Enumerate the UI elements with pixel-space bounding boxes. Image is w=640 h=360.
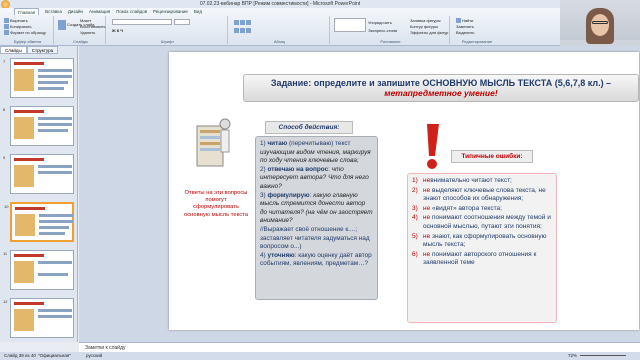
error-item: 1) невнимательно читают текст; <box>412 177 512 184</box>
quick-styles-button[interactable]: Экспресс-стили <box>368 28 397 33</box>
binoculars-icon <box>456 18 461 24</box>
editing-group: Найти Заменить Выделить Редактирование <box>452 16 502 44</box>
ribbon-tabs: Главная Вставка Дизайн Анимация Показ сл… <box>14 8 202 15</box>
restore-button[interactable]: Восстановить <box>80 24 106 29</box>
method-box: 1) читаю (перечитываю) текст изучающим в… <box>255 136 378 300</box>
method-extra: //Выражает своё отношение к....; заставл… <box>260 225 370 251</box>
layout-button[interactable]: Макет <box>80 18 91 23</box>
arrange-button[interactable]: Упорядочить <box>368 20 392 25</box>
drawing-group: Упорядочить Экспресс-стили Заливка фигур… <box>332 16 450 44</box>
align-center-icon <box>240 28 245 34</box>
slide-heading[interactable]: Задание: определите и запишите ОСНОВНУЮ … <box>243 74 639 102</box>
errors-title: Типичные ошибки: <box>451 150 533 163</box>
errors-box: 1) невнимательно читают текст; 2) не выдел… <box>407 173 557 323</box>
tab-home[interactable]: Главная <box>14 8 40 15</box>
error-item: 3) не «видят» автора текста; <box>412 204 502 212</box>
find-button[interactable]: Найти <box>456 18 473 24</box>
slide-thumbnail[interactable]: 7 <box>3 58 74 98</box>
hint-note: Ответы на эти вопросы помогут сформулиро… <box>184 190 248 218</box>
new-slide-icon <box>58 20 66 30</box>
tab-outline[interactable]: Структура <box>26 46 59 54</box>
numbering-icon <box>240 20 245 26</box>
presenter-face <box>591 14 609 36</box>
powerpoint-window: 07.02.23-вебинар ВПР [Режим совместимост… <box>0 0 640 360</box>
tab-insert[interactable]: Вставка <box>45 8 62 15</box>
drawing-label: Рисование <box>380 39 401 44</box>
language-indicator[interactable]: русский <box>86 352 102 360</box>
method-step: 2) отвечаю на вопрос: что интересует авт… <box>260 165 369 190</box>
ribbon: Главная Вставка Дизайн Анимация Показ сл… <box>0 8 560 46</box>
slide-canvas[interactable]: Задание: определите и запишите ОСНОВНУЮ … <box>169 52 639 330</box>
bullets-icon <box>234 20 239 26</box>
method-step: 1) читаю (перечитываю) текст изучающим в… <box>260 140 371 165</box>
tab-animation[interactable]: Анимация <box>89 8 110 15</box>
font-label: Шрифт <box>160 39 175 44</box>
notes-pane[interactable]: Заметки к слайду <box>79 342 640 352</box>
shape-effects-button[interactable]: Эффекты для фигур <box>410 30 448 35</box>
copy-icon <box>4 24 9 30</box>
tab-slideshow[interactable]: Показ слайдов <box>116 8 147 15</box>
zoom-slider[interactable] <box>580 355 626 356</box>
shape-outline-button[interactable]: Контур фигуры <box>410 24 438 29</box>
presenter-glasses <box>592 21 608 24</box>
error-item: 5) не знают, как сформулировать основную … <box>412 232 547 249</box>
align-right-icon <box>246 28 251 34</box>
title-bar: 07.02.23-вебинар ВПР [Режим совместимост… <box>0 0 560 9</box>
cut-button[interactable]: Вырезать <box>4 18 28 24</box>
font-group: Ж К Ч Шрифт <box>108 16 228 44</box>
slides-group: Создать слайд Макет Восстановить Удалить… <box>56 16 106 44</box>
clipboard-group: Вырезать Копировать Формат по образцу Бу… <box>2 16 54 44</box>
slide-title: Задание: определите и запишите ОСНОВНУЮ … <box>270 78 612 88</box>
method-step: 3) формулирую: какую главную мысль стрем… <box>260 191 373 225</box>
slide-thumbnail[interactable]: 12 <box>3 298 74 338</box>
zoom-level[interactable]: 72% <box>568 352 577 360</box>
font-name-select[interactable] <box>112 19 172 25</box>
replace-button[interactable]: Заменить <box>456 24 474 29</box>
window-title: 07.02.23-вебинар ВПР [Режим совместимост… <box>199 1 361 7</box>
copy-button[interactable]: Копировать <box>4 24 32 30</box>
select-button[interactable]: Выделить <box>456 30 474 35</box>
brush-icon <box>4 30 9 36</box>
theme-name: "Официальная" <box>38 353 71 358</box>
book-reader-icon <box>196 118 231 167</box>
align-left-icon <box>234 28 239 34</box>
shape-fill-button[interactable]: Заливка фигуры <box>410 18 441 23</box>
clipboard-label: Буфер обмена <box>13 39 42 44</box>
error-item: 2) не выделяют ключевые слова текста, не … <box>412 186 546 203</box>
tab-view[interactable]: Вид <box>194 8 202 15</box>
slide-thumbnail[interactable]: 9 <box>3 154 74 194</box>
paragraph-group: Абзац <box>230 16 330 44</box>
exclamation-icon <box>427 124 439 169</box>
shapes-gallery[interactable] <box>334 18 366 32</box>
slide-counter: Слайд 39 из 40 <box>4 353 36 358</box>
slides-label: Слайды <box>73 39 88 44</box>
slide-thumbnail[interactable]: 8 <box>3 106 74 146</box>
paragraph-label: Абзац <box>273 39 286 44</box>
font-size-select[interactable] <box>174 19 190 25</box>
align-buttons[interactable] <box>234 28 252 34</box>
panel-tabs: Слайды Структура <box>0 46 77 54</box>
editing-label: Редактирование <box>461 39 493 44</box>
method-step: 4) уточняю: какую оценку даёт автор собы… <box>260 251 372 268</box>
slide-thumbnail-selected[interactable]: 10 <box>4 202 74 242</box>
slide-subtitle: метапредметное умение! <box>384 88 498 98</box>
tab-slides[interactable]: Слайды <box>0 46 27 54</box>
tab-review[interactable]: Рецензирование <box>153 8 188 15</box>
error-item: 4) не понимают соотношения между темой и … <box>412 214 551 230</box>
method-title: Способ действия: <box>265 121 353 134</box>
scissors-icon <box>4 18 9 24</box>
status-bar: Слайд 39 из 40 "Официальная" русский 72% <box>0 352 640 360</box>
slides-panel: Слайды Структура 7 8 9 10 11 12 <box>0 46 78 342</box>
slide-editor: Задание: определите и запишите ОСНОВНУЮ … <box>79 46 640 342</box>
delete-button[interactable]: Удалить <box>80 30 95 35</box>
bold-button[interactable]: Ж К Ч <box>112 28 123 33</box>
format-painter-button[interactable]: Формат по образцу <box>4 30 46 36</box>
indent-icon <box>246 20 251 26</box>
error-item: 6) не понимают авторского отношения к зая… <box>412 250 537 267</box>
tab-design[interactable]: Дизайн <box>68 8 83 15</box>
bullets-button[interactable] <box>234 20 252 26</box>
slide-thumbnail[interactable]: 11 <box>3 250 74 290</box>
